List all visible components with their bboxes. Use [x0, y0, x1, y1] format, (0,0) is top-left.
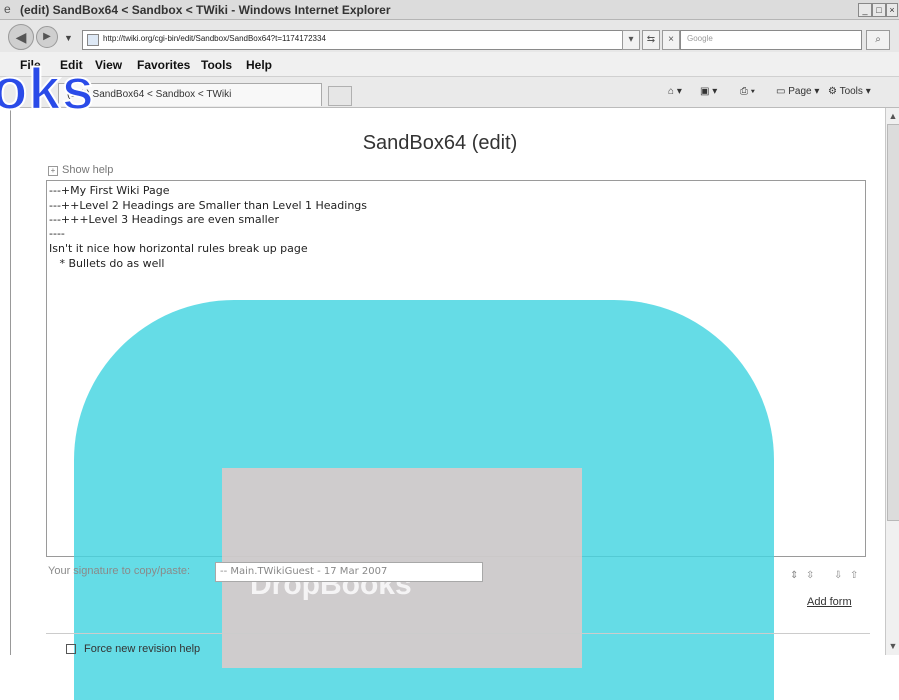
minimize-icon[interactable]: _ [858, 3, 872, 17]
vertical-scrollbar[interactable]: ▲ ▼ [885, 108, 899, 655]
widen-editor-icon[interactable]: ⇧ [850, 570, 858, 581]
search-icon[interactable]: ⌕ [866, 30, 890, 50]
shrink-editor-icon[interactable]: ⇕ [790, 570, 798, 581]
editor-line: Isn't it nice how horizontal rules break… [49, 242, 308, 255]
narrow-editor-icon[interactable]: ⇩ [834, 570, 842, 581]
window-title: (edit) SandBox64 < Sandbox < TWiki - Win… [20, 3, 391, 17]
menu-help[interactable]: Help [246, 58, 272, 72]
watermark-text: oks [0, 57, 95, 122]
maximize-icon[interactable]: □ [872, 3, 886, 17]
enlarge-editor-icon[interactable]: ⇳ [806, 570, 814, 581]
title-bar: e (edit) SandBox64 < Sandbox < TWiki - W… [0, 0, 899, 20]
menu-bar [0, 52, 899, 77]
add-form-link[interactable]: Add form [807, 596, 852, 608]
force-revision-label: Force new revision help [84, 643, 201, 655]
scroll-down-icon[interactable]: ▼ [887, 640, 899, 652]
refresh-icon[interactable]: ⇆ [642, 30, 660, 50]
stop-icon[interactable]: × [662, 30, 680, 50]
feeds-icon[interactable]: ▣ ▾ [700, 86, 717, 97]
forward-button[interactable]: ▶ [36, 26, 58, 48]
back-button[interactable]: ◀ [8, 24, 34, 50]
address-field[interactable]: http://twiki.org/cgi-bin/edit/Sandbox/Sa… [82, 30, 640, 50]
menu-tools[interactable]: Tools [201, 58, 232, 72]
scroll-up-icon[interactable]: ▲ [887, 110, 899, 122]
menu-view[interactable]: View [95, 58, 122, 72]
force-revision-checkbox[interactable] [66, 644, 76, 655]
page-icon [87, 34, 99, 46]
editor-line: ---+++Level 3 Headings are even smaller [49, 213, 279, 226]
tools-menu-button[interactable]: ⚙ Tools ▾ [828, 86, 871, 97]
home-icon[interactable]: ⌂ ▾ [668, 86, 682, 97]
ie-logo-icon: e [4, 2, 11, 16]
force-revision-option[interactable]: Force new revision help [66, 643, 200, 655]
show-help-link[interactable]: + Show help [48, 164, 113, 176]
signature-field[interactable]: -- Main.TWikiGuest - 17 Mar 2007 [215, 562, 483, 582]
section-divider [46, 633, 870, 634]
expand-icon: + [48, 166, 58, 176]
show-help-label: Show help [62, 164, 114, 176]
scroll-thumb[interactable] [887, 124, 899, 521]
page-title: SandBox64 (edit) [362, 132, 518, 154]
signature-value: -- Main.TWikiGuest - 17 Mar 2007 [220, 566, 388, 577]
new-tab-button[interactable] [328, 86, 352, 106]
tab-edit-sandbox[interactable]: (edit) SandBox64 < Sandbox < TWiki [58, 83, 322, 106]
tools-menu-label: Tools [839, 86, 863, 97]
editor-line: ---+My First Wiki Page [49, 184, 170, 197]
history-dropdown-icon[interactable]: ▼ [64, 33, 73, 43]
page-menu-label: Page [788, 86, 812, 97]
menu-favorites[interactable]: Favorites [137, 58, 190, 72]
address-dropdown-icon[interactable]: ▾ [622, 30, 640, 50]
editor-line: * Bullets do as well [49, 257, 165, 270]
print-icon[interactable]: ⎙ ▾ [740, 86, 755, 97]
search-input[interactable]: Google [680, 30, 862, 50]
url-text: http://twiki.org/cgi-bin/edit/Sandbox/Sa… [103, 34, 326, 43]
editor-line: ---++Level 2 Headings are Smaller than L… [49, 199, 368, 212]
search-placeholder: Google [687, 34, 713, 43]
page-menu-button[interactable]: ▭ Page ▾ [776, 86, 819, 97]
close-icon[interactable]: × [886, 3, 898, 17]
editor-line: ---- [49, 227, 65, 240]
signature-label: Your signature to copy/paste: [48, 565, 191, 577]
